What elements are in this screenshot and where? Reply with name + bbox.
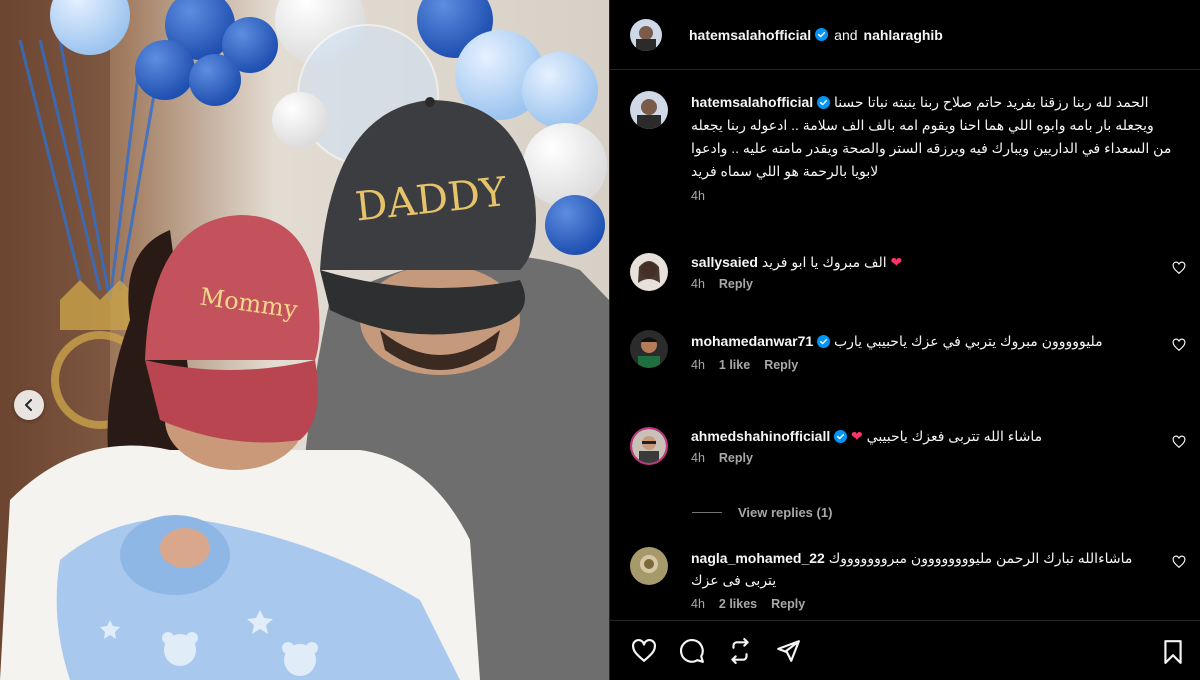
like-comment-icon[interactable]	[1172, 435, 1186, 449]
chevron-left-icon	[25, 399, 32, 411]
heart-emoji: ❤	[890, 254, 903, 270]
send-button[interactable]	[774, 637, 802, 665]
comment-time: 4h	[691, 597, 705, 611]
verified-icon	[817, 96, 831, 109]
reply-button[interactable]: Reply	[771, 597, 805, 611]
post-action-bar	[610, 620, 1200, 680]
comments-list[interactable]: hatemsalahofficial الحمد لله ربنا رزقنا …	[610, 71, 1200, 619]
comment-row: sallysaied الف مبروك يا ابو فريد ❤ 4h Re…	[630, 253, 1186, 313]
heart-emoji: ❤	[851, 428, 863, 444]
post-photo: DADDY Mommy	[0, 0, 609, 680]
reply-button[interactable]: Reply	[719, 277, 753, 291]
send-icon	[777, 639, 800, 662]
comment-row: ahmedshahinofficiall ❤ ماشاء الله تتربى …	[630, 427, 1186, 487]
comment-likes[interactable]: 1 like	[719, 358, 750, 372]
comment-icon	[680, 638, 704, 663]
like-comment-icon[interactable]	[1172, 261, 1186, 275]
share-button[interactable]	[726, 637, 754, 665]
view-replies-button[interactable]: View replies (1)	[692, 505, 832, 520]
commenter-avatar[interactable]	[630, 330, 668, 368]
author-avatar[interactable]	[630, 18, 662, 51]
comment-row: nagla_mohamed_22 ماشاءالله تبارك الرحمن …	[630, 547, 1186, 617]
commenter-avatar[interactable]	[630, 427, 668, 465]
author-username[interactable]: hatemsalahofficial	[689, 27, 811, 43]
comment-username[interactable]: mohamedanwar71	[691, 333, 813, 349]
comment-time: 4h	[691, 277, 705, 291]
post-header: hatemsalahofficial and nahlaraghib	[610, 0, 1200, 70]
previous-photo-button[interactable]	[14, 390, 44, 420]
reply-button[interactable]: Reply	[764, 358, 798, 372]
comment-likes[interactable]: 2 likes	[719, 597, 757, 611]
post-photo-illustration: DADDY Mommy	[0, 0, 609, 680]
bookmark-icon[interactable]	[1160, 639, 1186, 665]
share-icon	[731, 637, 749, 664]
commenter-avatar[interactable]	[630, 253, 668, 291]
like-comment-icon[interactable]	[1172, 555, 1186, 569]
reply-button[interactable]: Reply	[719, 451, 753, 465]
comment-username[interactable]: sallysaied	[691, 254, 758, 270]
comment-text: ماشاء الله تتربى فعزك ياحبيبي	[866, 428, 1043, 444]
like-button[interactable]	[630, 637, 658, 665]
coauthor-conjunction: and	[834, 26, 858, 43]
verified-icon	[834, 430, 848, 443]
comment-text: الف مبروك يا ابو فريد	[761, 254, 887, 270]
comment-username[interactable]: ahmedshahinofficiall	[691, 428, 830, 444]
view-replies-label: View replies (1)	[738, 505, 833, 520]
comment-username[interactable]: nagla_mohamed_22	[691, 550, 825, 566]
comment-button[interactable]	[678, 637, 706, 665]
comment-time: 4h	[691, 451, 705, 465]
commenter-avatar[interactable]	[630, 547, 668, 585]
comment-text: مليووووون مبروك يتربي في عزك ياحبيبي يار…	[833, 333, 1103, 349]
post-panel: hatemsalahofficial and nahlaraghib hatem…	[609, 0, 1200, 680]
comment-time: 4h	[691, 358, 705, 372]
caption-username[interactable]: hatemsalahofficial	[691, 94, 813, 110]
caption-avatar[interactable]	[630, 91, 668, 129]
coauthor-username[interactable]: nahlaraghib	[864, 27, 943, 43]
like-comment-icon[interactable]	[1172, 338, 1186, 352]
verified-icon	[815, 28, 829, 41]
verified-icon	[817, 335, 831, 348]
caption-time: 4h	[691, 189, 705, 203]
caption-row: hatemsalahofficial الحمد لله ربنا رزقنا …	[630, 91, 1186, 231]
comment-row: mohamedanwar71 مليووووون مبروك يتربي في …	[630, 330, 1186, 400]
view-replies-divider	[692, 512, 722, 513]
heart-icon	[632, 638, 656, 662]
